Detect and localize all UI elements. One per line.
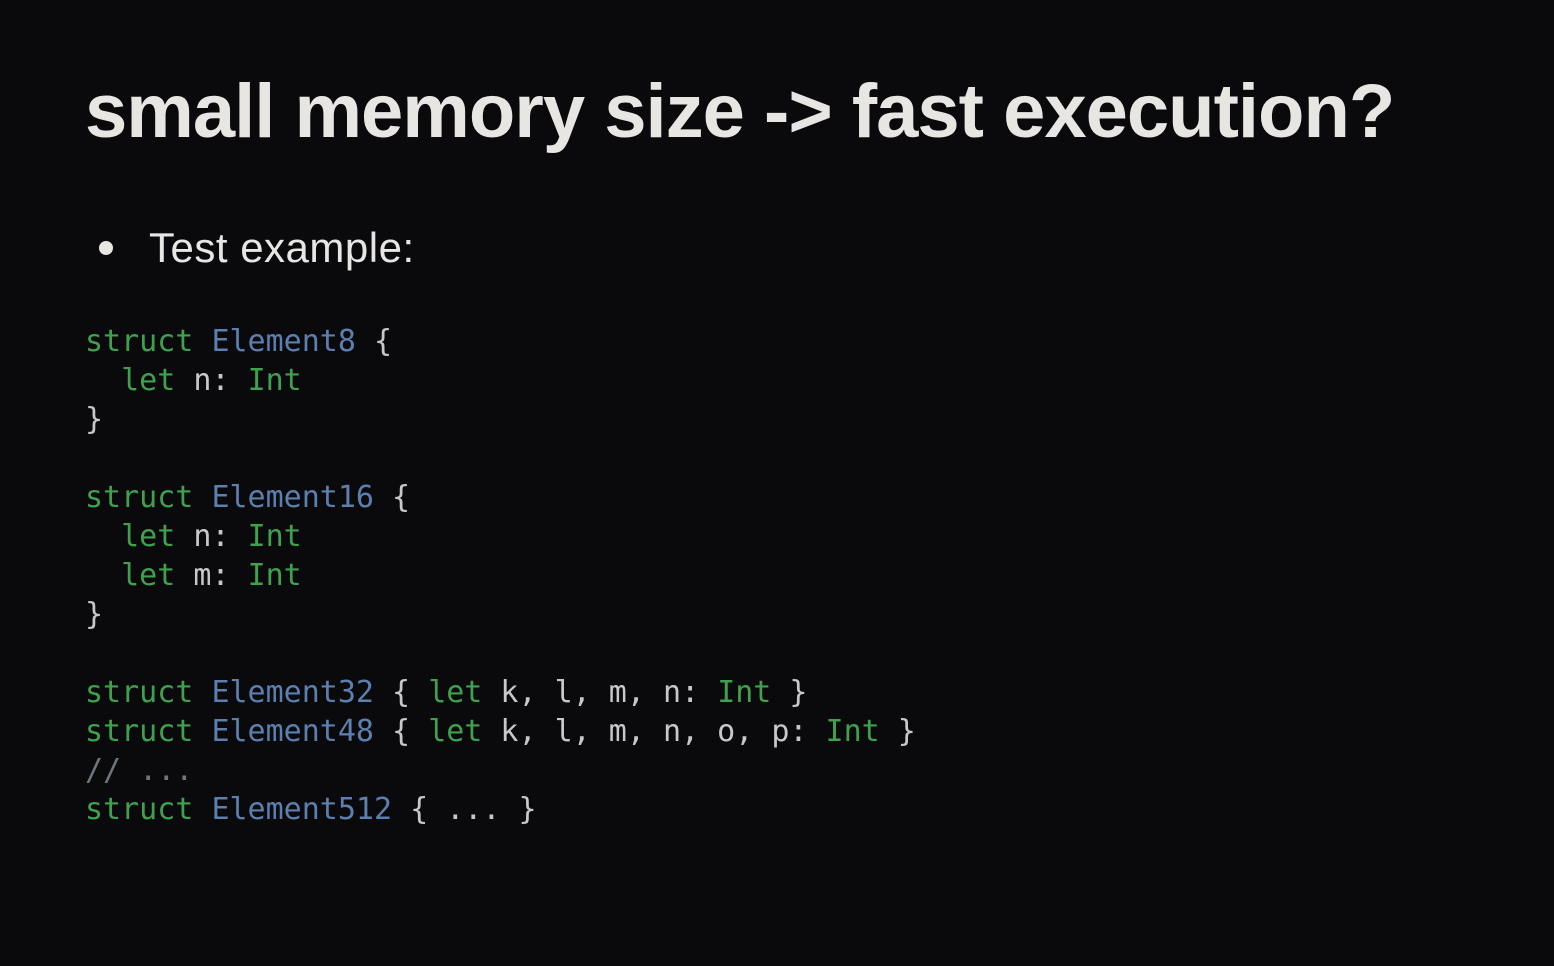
code-punct: { — [356, 324, 392, 359]
code-var: n — [175, 519, 211, 554]
code-var: k, l, m, n — [482, 675, 681, 710]
code-var: k, l, m, n, o, p — [482, 714, 789, 749]
code-keyword: struct — [85, 714, 193, 749]
code-punct: } — [880, 714, 916, 749]
code-type: Int — [717, 675, 771, 710]
code-keyword: struct — [85, 324, 193, 359]
code-typename: Element16 — [211, 480, 374, 515]
code-punct: : — [211, 519, 247, 554]
code-typename: Element512 — [211, 792, 392, 827]
code-punct: { — [374, 675, 428, 710]
code-comment: // ... — [85, 753, 193, 788]
code-typename: Element8 — [211, 324, 356, 359]
code-keyword: struct — [85, 480, 193, 515]
code-keyword: let — [85, 363, 175, 398]
bullet-text: Test example: — [149, 224, 415, 272]
code-punct: } — [85, 402, 103, 437]
code-typename: Element48 — [211, 714, 374, 749]
code-typename: Element32 — [211, 675, 374, 710]
code-punct: : — [211, 558, 247, 593]
slide-title: small memory size -> fast execution? — [85, 70, 1469, 154]
code-keyword: let — [85, 558, 175, 593]
code-var: m — [175, 558, 211, 593]
bullet-marker — [99, 241, 113, 255]
code-punct: { — [374, 480, 410, 515]
code-punct: } — [85, 597, 103, 632]
code-block: struct Element8 { let n: Int } struct El… — [85, 322, 1469, 829]
code-type: Int — [826, 714, 880, 749]
code-punct: { ... } — [392, 792, 537, 827]
code-type: Int — [248, 519, 302, 554]
code-keyword: let — [428, 714, 482, 749]
code-keyword: let — [85, 519, 175, 554]
bullet-item: Test example: — [85, 224, 1469, 272]
code-punct: : — [211, 363, 247, 398]
code-punct: { — [374, 714, 428, 749]
code-keyword: struct — [85, 675, 193, 710]
code-punct: } — [771, 675, 807, 710]
code-type: Int — [248, 363, 302, 398]
code-keyword: struct — [85, 792, 193, 827]
code-punct: : — [789, 714, 825, 749]
code-keyword: let — [428, 675, 482, 710]
code-type: Int — [248, 558, 302, 593]
code-punct: : — [681, 675, 717, 710]
code-var: n — [175, 363, 211, 398]
